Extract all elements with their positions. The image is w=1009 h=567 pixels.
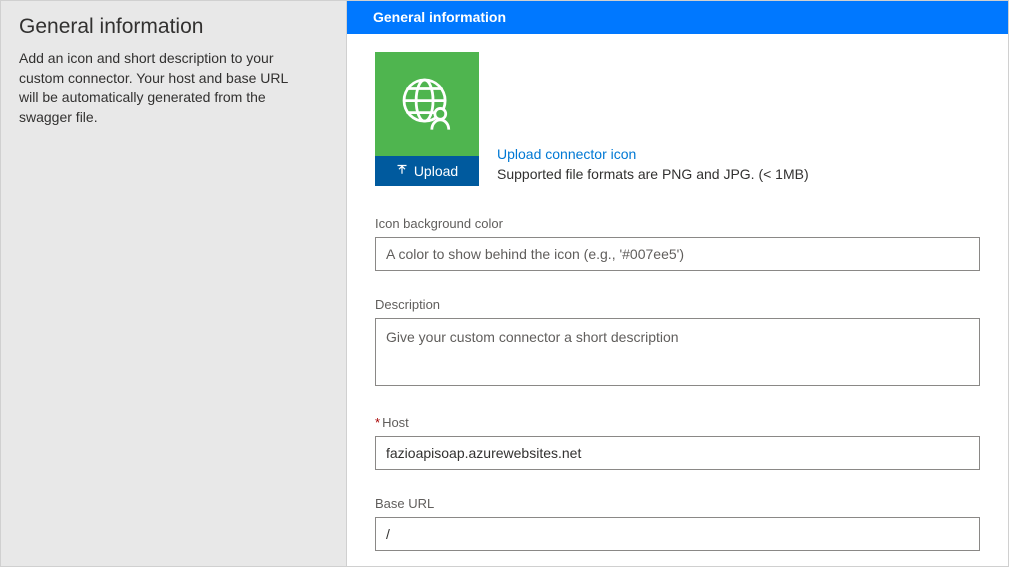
base-url-label: Base URL — [375, 496, 980, 511]
field-description: Description — [375, 297, 980, 389]
upload-connector-icon-link[interactable]: Upload connector icon — [497, 146, 636, 162]
upload-button-label: Upload — [414, 163, 458, 179]
host-input[interactable] — [375, 436, 980, 470]
icon-column: Upload — [375, 52, 479, 186]
icon-bg-color-label: Icon background color — [375, 216, 980, 231]
description-input[interactable] — [375, 318, 980, 386]
form-body: Upload Upload connector icon Supported f… — [347, 34, 1008, 566]
upload-button[interactable]: Upload — [375, 156, 479, 186]
section-header: General information — [347, 1, 1008, 34]
icon-upload-info: Upload connector icon Supported file for… — [497, 146, 809, 186]
main-panel: General information — [347, 1, 1008, 566]
base-url-input[interactable] — [375, 517, 980, 551]
host-label: *Host — [375, 415, 980, 430]
description-label: Description — [375, 297, 980, 312]
connector-icon-preview — [375, 52, 479, 156]
upload-hint: Supported file formats are PNG and JPG. … — [497, 166, 809, 182]
sidebar-title: General information — [19, 15, 328, 39]
sidebar: General information Add an icon and shor… — [1, 1, 347, 566]
icon-upload-row: Upload Upload connector icon Supported f… — [375, 52, 980, 186]
section-header-title: General information — [373, 9, 506, 25]
icon-bg-color-input[interactable] — [375, 237, 980, 271]
required-indicator: * — [375, 415, 380, 430]
field-base-url: Base URL — [375, 496, 980, 551]
field-icon-bg-color: Icon background color — [375, 216, 980, 271]
globe-person-icon — [398, 74, 456, 135]
host-label-text: Host — [382, 415, 409, 430]
upload-icon — [396, 163, 408, 179]
field-host: *Host — [375, 415, 980, 470]
sidebar-description: Add an icon and short description to you… — [19, 49, 289, 127]
